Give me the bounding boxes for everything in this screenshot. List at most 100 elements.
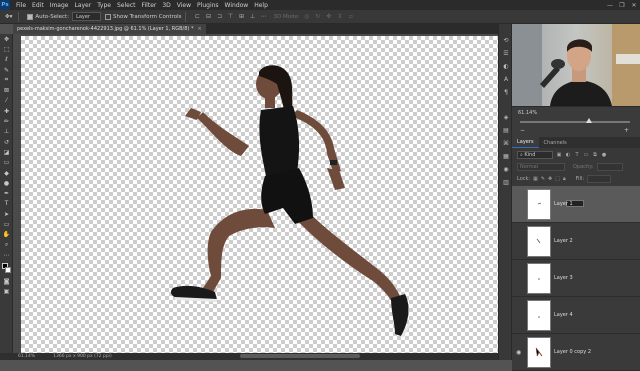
- blur-tool-icon[interactable]: ◆: [0, 168, 13, 178]
- brush-tool-icon[interactable]: ✏: [0, 116, 13, 126]
- align-center-icon[interactable]: ⊟: [204, 13, 212, 21]
- color-swatches[interactable]: [0, 261, 12, 277]
- tab-layers[interactable]: Layers: [512, 137, 539, 148]
- zoom-in-icon[interactable]: +: [624, 127, 632, 135]
- menu-file[interactable]: File: [13, 2, 29, 9]
- filter-adjustment-icon[interactable]: ◐: [565, 152, 571, 158]
- layer-row-layer-1[interactable]: Layer 1: [512, 186, 640, 223]
- crop-tool-icon[interactable]: ⌗: [0, 75, 13, 85]
- quick-select-tool-icon[interactable]: ✎: [0, 65, 13, 75]
- zoom-tool-icon[interactable]: ⌕: [0, 240, 13, 250]
- horizontal-scrollbar[interactable]: [240, 354, 360, 358]
- layer-kind-filter-dropdown[interactable]: ⌕ Kind: [517, 151, 553, 159]
- gradient-tool-icon[interactable]: ▭: [0, 158, 13, 168]
- dodge-tool-icon[interactable]: ●: [0, 178, 13, 188]
- 3d-scale-icon[interactable]: ▫: [347, 13, 355, 21]
- screen-mode-icon[interactable]: ▣: [0, 287, 13, 297]
- show-transform-checkbox[interactable]: [105, 13, 112, 20]
- marquee-tool-icon[interactable]: ⬚: [0, 44, 13, 54]
- auto-select-checkbox[interactable]: [27, 13, 34, 20]
- menu-plugins[interactable]: Plugins: [194, 2, 222, 9]
- menu-filter[interactable]: Filter: [139, 2, 160, 9]
- filter-smart-object-icon[interactable]: ⧉: [592, 152, 598, 158]
- pen-tool-icon[interactable]: ✒: [0, 188, 13, 198]
- maximize-button[interactable]: ❐: [616, 0, 628, 10]
- layer-name[interactable]: Layer 3: [554, 275, 573, 281]
- eraser-tool-icon[interactable]: ◪: [0, 147, 13, 157]
- lock-artboard-icon[interactable]: ⬚: [555, 176, 560, 182]
- history-panel-icon[interactable]: ⟲: [499, 34, 513, 47]
- 3d-roll-icon[interactable]: ↻: [314, 13, 322, 21]
- move-tool-preset-icon[interactable]: ✥▾: [3, 12, 14, 22]
- quick-mask-icon[interactable]: ◙: [0, 277, 13, 287]
- background-color-swatch[interactable]: [5, 266, 11, 273]
- filter-shape-icon[interactable]: ▭: [583, 152, 589, 158]
- swatches-panel-icon[interactable]: ▦: [499, 150, 513, 163]
- lasso-tool-icon[interactable]: ℓ: [0, 55, 13, 65]
- healing-brush-tool-icon[interactable]: ✚: [0, 106, 13, 116]
- align-bottom-icon[interactable]: ⊥: [248, 13, 256, 21]
- layer-row-layer-2[interactable]: Layer 2: [512, 223, 640, 260]
- adjustments-panel-icon[interactable]: ◐: [499, 60, 513, 73]
- libraries-panel-icon[interactable]: ▥: [499, 176, 513, 189]
- layers-panel-icon[interactable]: ◈: [499, 111, 513, 124]
- minimize-button[interactable]: —: [604, 0, 616, 10]
- document-tab[interactable]: pexels-maksim-goncharenok-4422913.jpg @ …: [13, 24, 206, 34]
- move-tool-icon[interactable]: ✥: [0, 34, 13, 44]
- menu-image[interactable]: Image: [47, 2, 72, 9]
- align-right-icon[interactable]: ⊐: [215, 13, 223, 21]
- align-middle-icon[interactable]: ⊞: [237, 13, 245, 21]
- menu-window[interactable]: Window: [222, 2, 252, 9]
- 3d-slide-icon[interactable]: ⇕: [336, 13, 344, 21]
- layer-row-layer-0-copy-2[interactable]: ◉ Layer 0 copy 2: [512, 334, 640, 371]
- properties-panel-icon[interactable]: ☰: [499, 47, 513, 60]
- layer-name[interactable]: Layer 4: [554, 312, 573, 318]
- close-window-button[interactable]: ✕: [628, 0, 640, 10]
- filter-toggle-icon[interactable]: ●: [601, 152, 607, 158]
- zoom-out-icon[interactable]: −: [520, 127, 528, 135]
- lock-position-icon[interactable]: ✥: [548, 176, 552, 182]
- menu-select[interactable]: Select: [114, 2, 139, 9]
- filter-pixel-icon[interactable]: ▣: [556, 152, 562, 158]
- lock-image-icon[interactable]: ✎: [541, 176, 545, 182]
- menu-edit[interactable]: Edit: [29, 2, 47, 9]
- rectangle-tool-icon[interactable]: ▭: [0, 219, 13, 229]
- character-panel-icon[interactable]: A: [499, 73, 513, 86]
- close-icon[interactable]: ×: [197, 26, 201, 32]
- path-selection-tool-icon[interactable]: ➤: [0, 209, 13, 219]
- layer-name[interactable]: Layer 2: [554, 238, 573, 244]
- menu-view[interactable]: View: [174, 2, 194, 9]
- menu-layer[interactable]: Layer: [71, 2, 94, 9]
- document-canvas[interactable]: [21, 36, 502, 353]
- paths-panel-icon[interactable]: ⌘: [499, 137, 513, 150]
- hand-tool-icon[interactable]: ✋: [0, 230, 13, 240]
- opacity-input[interactable]: [596, 163, 623, 171]
- menu-type[interactable]: Type: [94, 2, 114, 9]
- zoom-slider-thumb[interactable]: [586, 118, 593, 123]
- history-brush-tool-icon[interactable]: ↺: [0, 137, 13, 147]
- align-top-icon[interactable]: ⊤: [226, 13, 234, 21]
- layer-name[interactable]: Layer 0 copy 2: [554, 349, 591, 355]
- paragraph-panel-icon[interactable]: ¶: [499, 86, 513, 99]
- more-tools-icon[interactable]: ⋯: [0, 250, 13, 260]
- frame-tool-icon[interactable]: ⊠: [0, 85, 13, 95]
- filter-type-icon[interactable]: T: [574, 152, 580, 158]
- align-left-icon[interactable]: ⊏: [193, 13, 201, 21]
- 3d-orbit-icon[interactable]: ◎: [303, 13, 311, 21]
- clone-stamp-tool-icon[interactable]: ⊥: [0, 127, 13, 137]
- auto-select-dropdown[interactable]: Layer: [72, 12, 102, 21]
- lock-transparent-icon[interactable]: ▦: [533, 176, 538, 182]
- eyedropper-tool-icon[interactable]: ⁄: [0, 96, 13, 106]
- menu-3d[interactable]: 3D: [159, 2, 173, 9]
- channels-panel-icon[interactable]: ▤: [499, 124, 513, 137]
- more-options-icon[interactable]: ⋯: [259, 13, 267, 21]
- eye-visibility-icon[interactable]: ◉: [516, 349, 524, 356]
- layer-row-layer-4[interactable]: Layer 4: [512, 297, 640, 334]
- zoom-readout[interactable]: 61.14%: [18, 354, 35, 359]
- canvas-area[interactable]: [13, 34, 502, 353]
- layer-row-layer-3[interactable]: Layer 3: [512, 260, 640, 297]
- menu-help[interactable]: Help: [251, 2, 271, 9]
- tab-channels[interactable]: Channels: [539, 137, 572, 148]
- layer-name[interactable]: Layer 1: [554, 201, 573, 207]
- blend-mode-dropdown[interactable]: Normal: [517, 163, 565, 171]
